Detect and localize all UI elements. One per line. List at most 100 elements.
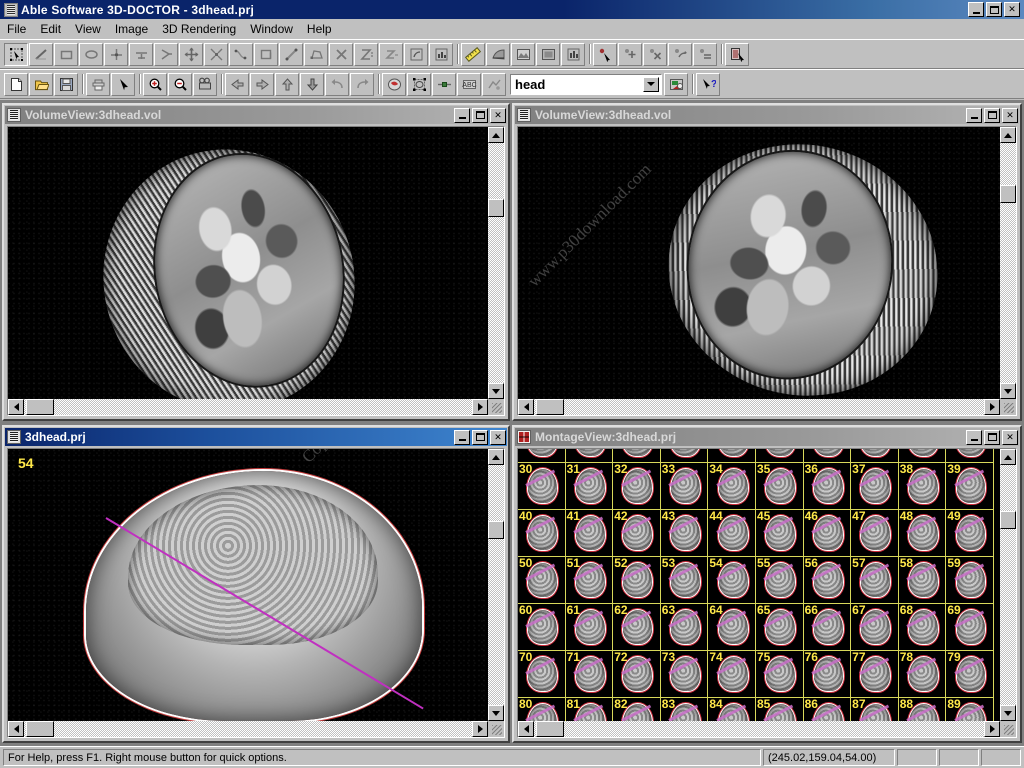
- edit-boundary-tool[interactable]: [154, 42, 178, 66]
- montage-tile[interactable]: 49: [946, 510, 994, 557]
- montage-tile[interactable]: 71: [565, 651, 614, 698]
- montage-tile[interactable]: 45: [755, 510, 804, 557]
- montage-tile[interactable]: 30: [518, 463, 566, 510]
- minimize-button[interactable]: [968, 2, 984, 17]
- montage-tile[interactable]: [755, 449, 804, 463]
- crop-region-tool[interactable]: [254, 42, 278, 66]
- hscroll-thumb[interactable]: [536, 721, 564, 737]
- redo-button[interactable]: [350, 72, 374, 96]
- last-slice-button[interactable]: [300, 72, 324, 96]
- menu-item-help[interactable]: Help: [300, 20, 339, 38]
- zoom-in-button[interactable]: [143, 72, 167, 96]
- zoom-out-button[interactable]: [168, 72, 192, 96]
- scroll-right-button[interactable]: [472, 721, 488, 737]
- draw-ellipse-tool[interactable]: [79, 42, 103, 66]
- menu-item-window[interactable]: Window: [243, 20, 300, 38]
- delete-point-tool[interactable]: [129, 42, 153, 66]
- scroll-up-button[interactable]: [1000, 127, 1016, 143]
- montage-tile[interactable]: 33: [660, 463, 709, 510]
- close-button[interactable]: ✕: [490, 429, 506, 445]
- montage-tile[interactable]: 60: [518, 604, 566, 651]
- volume-view-right-window[interactable]: VolumeView:3dhead.vol ✕ www.p30download.…: [512, 103, 1022, 421]
- scroll-up-button[interactable]: [488, 449, 504, 465]
- montage-tile[interactable]: 65: [755, 604, 804, 651]
- montage-tile[interactable]: 39: [946, 463, 994, 510]
- montage-tile[interactable]: 72: [613, 651, 661, 698]
- vscroll-thumb[interactable]: [488, 521, 504, 539]
- pointer-button[interactable]: [111, 72, 135, 96]
- context-help-button[interactable]: ?: [696, 72, 720, 96]
- ruler-tool[interactable]: [461, 42, 485, 66]
- montage-slice-grid[interactable]: 30 31 32 33 34 35 36 37 38 39 40 41 42 43 44 45 46 47 48 49…: [518, 449, 1000, 721]
- move-object-tool[interactable]: [179, 42, 203, 66]
- menu-item-view[interactable]: View: [68, 20, 108, 38]
- montage-tile[interactable]: 48: [898, 510, 947, 557]
- vscroll-thumb[interactable]: [1000, 511, 1016, 529]
- pick-point-tool[interactable]: [593, 42, 617, 66]
- plot-tool[interactable]: [561, 42, 585, 66]
- montage-tile[interactable]: 43: [660, 510, 709, 557]
- draw-line-tool[interactable]: [29, 42, 53, 66]
- surface-render-tool[interactable]: [486, 42, 510, 66]
- montage-tile[interactable]: [898, 449, 947, 463]
- volume-view-left-canvas[interactable]: [8, 127, 488, 399]
- montage-hscrollbar[interactable]: [518, 721, 1000, 737]
- previous-slice-button[interactable]: [225, 72, 249, 96]
- montage-canvas[interactable]: 30 31 32 33 34 35 36 37 38 39 40 41 42 43 44 45 46 47 48 49…: [518, 449, 1000, 721]
- montage-tile[interactable]: 35: [755, 463, 804, 510]
- volume-view-left-vscrollbar[interactable]: [488, 127, 504, 399]
- montage-tile[interactable]: 79: [946, 651, 994, 698]
- hscroll-thumb[interactable]: [26, 399, 54, 415]
- project-window[interactable]: 3dhead.prj ✕ 54 Copyright: [2, 425, 510, 743]
- montage-view-window[interactable]: MontageView:3dhead.prj ✕ 30 31 32 33 34 35 36 3…: [512, 425, 1022, 743]
- polygon-area-tool[interactable]: [304, 42, 328, 66]
- scroll-down-button[interactable]: [488, 383, 504, 399]
- montage-tile[interactable]: 73: [660, 651, 709, 698]
- montage-tile[interactable]: 46: [803, 510, 852, 557]
- scroll-down-button[interactable]: [1000, 383, 1016, 399]
- montage-tile[interactable]: 85: [755, 698, 804, 721]
- movie-button[interactable]: [193, 72, 217, 96]
- menu-item-edit[interactable]: Edit: [33, 20, 68, 38]
- montage-tile[interactable]: 82: [613, 698, 661, 721]
- montage-tile[interactable]: 42: [613, 510, 661, 557]
- scroll-right-button[interactable]: [472, 399, 488, 415]
- close-button[interactable]: ✕: [1004, 2, 1020, 17]
- montage-tile[interactable]: 68: [898, 604, 947, 651]
- montage-tile[interactable]: 83: [660, 698, 709, 721]
- montage-tile[interactable]: 76: [803, 651, 852, 698]
- montage-vscrollbar[interactable]: [1000, 449, 1016, 721]
- montage-tile[interactable]: 36: [803, 463, 852, 510]
- montage-tile[interactable]: 77: [851, 651, 899, 698]
- montage-tile[interactable]: 31: [565, 463, 614, 510]
- trace-boundary-tool[interactable]: [229, 42, 253, 66]
- undo-button[interactable]: [325, 72, 349, 96]
- montage-tile[interactable]: 78: [898, 651, 947, 698]
- montage-tile[interactable]: 40: [518, 510, 566, 557]
- new-file-button[interactable]: [4, 72, 28, 96]
- volume-view-left-hscrollbar[interactable]: [8, 399, 488, 415]
- montage-tile[interactable]: [518, 449, 566, 463]
- montage-tile[interactable]: 53: [660, 557, 709, 604]
- montage-tile[interactable]: 81: [565, 698, 614, 721]
- montage-tile[interactable]: 41: [565, 510, 614, 557]
- montage-tile[interactable]: 87: [851, 698, 899, 721]
- maximize-button[interactable]: [986, 2, 1002, 17]
- vector-edit-button[interactable]: [482, 72, 506, 96]
- montage-tile[interactable]: 61: [565, 604, 614, 651]
- bounding-box-button[interactable]: [407, 72, 431, 96]
- histogram-tool[interactable]: [429, 42, 453, 66]
- vscroll-thumb[interactable]: [1000, 185, 1016, 203]
- scroll-up-button[interactable]: [1000, 449, 1016, 465]
- montage-tile[interactable]: 54: [708, 557, 756, 604]
- montage-tile[interactable]: [660, 449, 709, 463]
- add-landmark-tool[interactable]: [618, 42, 642, 66]
- montage-view-titlebar[interactable]: MontageView:3dhead.prj ✕: [515, 428, 1019, 446]
- montage-tile[interactable]: [851, 449, 899, 463]
- montage-tile[interactable]: 47: [851, 510, 899, 557]
- scroll-left-button[interactable]: [8, 721, 24, 737]
- color-palette-button[interactable]: [664, 72, 688, 96]
- maximize-button[interactable]: [472, 429, 488, 445]
- montage-tile[interactable]: 80: [518, 698, 566, 721]
- scroll-down-button[interactable]: [488, 705, 504, 721]
